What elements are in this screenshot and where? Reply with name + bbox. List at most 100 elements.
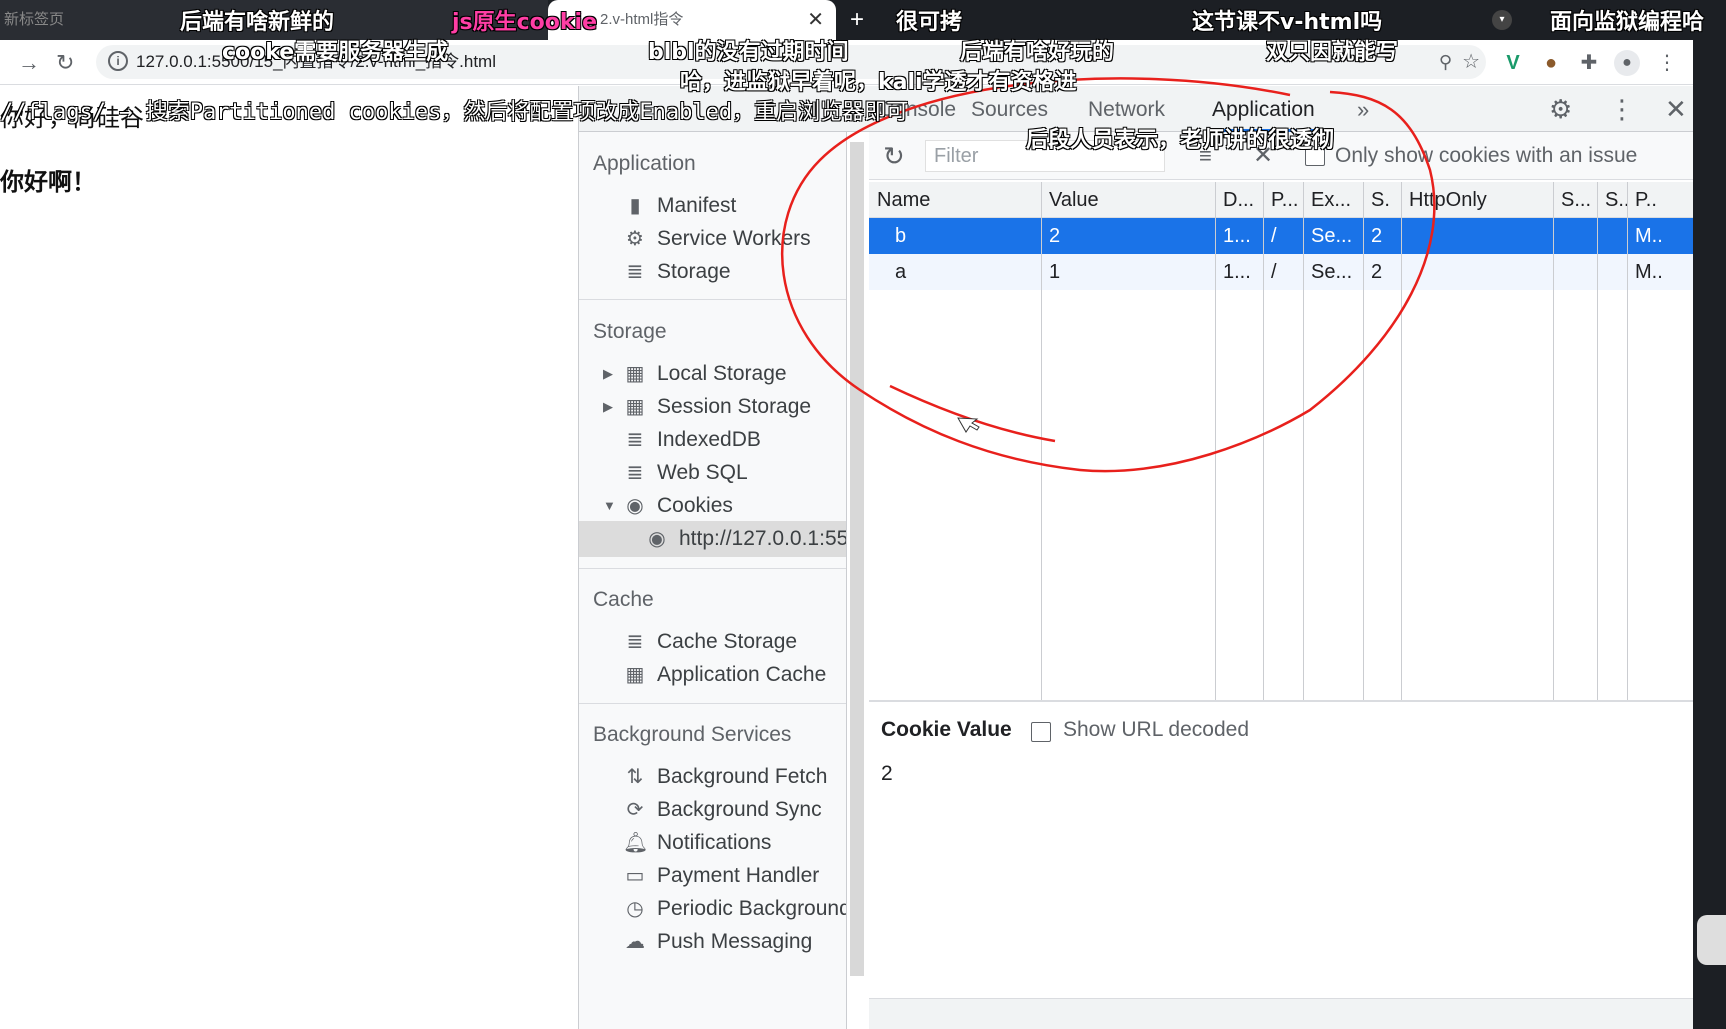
show-url-decoded-label: Show URL decoded [1063, 718, 1250, 741]
danmaku-comment: 哈，进监狱早着呢，kali学透才有资格进 [680, 70, 1077, 95]
cookie-cell [1401, 218, 1553, 254]
cookie-cell: b [895, 225, 907, 247]
close-devtools-icon[interactable]: ✕ [1665, 86, 1687, 132]
column-header[interactable]: P... [1263, 182, 1303, 218]
show-url-decoded-checkbox[interactable] [1031, 722, 1051, 742]
danmaku-comment: 面向监狱编程哈 [1550, 10, 1705, 35]
extensions-puzzle-icon[interactable]: ✚ [1576, 50, 1602, 76]
section-cache-title: Cache [593, 588, 654, 611]
sidebar-item-periodic-background-sync[interactable]: ◷ Periodic Background Sync [579, 891, 847, 927]
danmaku-comment: 后端有啥好玩的 [960, 40, 1115, 65]
column-header[interactable]: Ex... [1303, 182, 1363, 218]
sidebar-item-label: Application Cache [657, 663, 827, 686]
credit-card-icon: ▭ [625, 865, 645, 887]
forward-icon[interactable]: → [18, 40, 40, 85]
refresh-icon[interactable]: ↻ [883, 132, 905, 180]
sidebar-item-notifications[interactable]: 🔔︎ Notifications [579, 825, 846, 861]
column-divider[interactable] [1401, 182, 1402, 700]
sidebar-item-label: Local Storage [657, 362, 787, 385]
danmaku-comment: 后段人员表示，老师讲的很透彻 [1026, 128, 1335, 153]
column-header[interactable]: S... [1553, 182, 1597, 218]
sidebar-item-local-storage[interactable]: ▶ ▦ Local Storage [579, 356, 846, 392]
sidebar-item-cookies[interactable]: ▼ ◉ Cookies [579, 488, 846, 524]
danmaku-comment: cooke需要服务器生成 [222, 40, 449, 65]
sidebar-item-label: Cache Storage [657, 630, 798, 653]
expand-arrow-icon[interactable]: ▶ [603, 389, 613, 425]
danmaku-comment: blbl的没有过期时间 [648, 40, 849, 65]
page-viewport: 你好，尚硅谷 你好啊！ [0, 86, 578, 1029]
devtools-panel: ⬚ ▭ Console Sources Network Application … [578, 86, 1726, 1029]
database-icon: ≣ [626, 261, 644, 283]
sidebar-item-background-fetch[interactable]: ⇅ Background Fetch [579, 759, 846, 795]
expand-arrow-icon[interactable]: ▶ [603, 356, 613, 392]
sidebar-item-push-messaging[interactable]: ☁ Push Messaging [579, 924, 846, 960]
sidebar-item-manifest[interactable]: ▮ Manifest [579, 188, 846, 224]
danmaku-comment: js原生cookie [452, 10, 597, 35]
sidebar-item-indexeddb[interactable]: ≣ IndexedDB [579, 422, 846, 458]
sidebar-item-label: Periodic Background Sync [657, 897, 847, 920]
new-tab-button[interactable]: + [850, 0, 864, 40]
reload-icon[interactable]: ↻ [56, 40, 74, 85]
cookie-cell: 1 [1049, 261, 1061, 283]
sidebar-item-label: Storage [657, 260, 731, 283]
sidebar-item-web-sql[interactable]: ≣ Web SQL [579, 455, 846, 491]
column-header[interactable]: S. [1363, 182, 1401, 218]
column-header[interactable]: S.. [1597, 182, 1627, 218]
tab-label: 新标签页 [4, 11, 65, 28]
more-tabs-icon[interactable]: » [1357, 86, 1369, 132]
column-divider[interactable] [1215, 182, 1216, 700]
column-divider[interactable] [1363, 182, 1364, 700]
sidebar-divider [579, 299, 846, 300]
cookie-extension-icon[interactable]: ● [1538, 50, 1564, 76]
sidebar-item-service-workers[interactable]: ⚙ Service Workers [579, 221, 846, 257]
sidebar-item-cookie-origin[interactable]: ◉ http://127.0.0.1:5500 [579, 521, 846, 557]
database-icon: ≣ [626, 429, 644, 451]
column-divider[interactable] [1597, 182, 1598, 700]
devtools-menu-icon[interactable]: ⋮ [1609, 86, 1635, 132]
danmaku-comment: 这节课不v-html吗 [1192, 10, 1383, 35]
column-divider[interactable] [1263, 182, 1264, 700]
table-grid-icon: ▦ [625, 664, 645, 686]
sidebar-item-label: Manifest [657, 194, 737, 217]
sidebar-item-cache-storage[interactable]: ≣ Cache Storage [579, 624, 846, 660]
column-header[interactable]: Name [869, 182, 1041, 218]
settings-gear-icon[interactable]: ⚙ [1549, 86, 1572, 132]
sidebar-item-session-storage[interactable]: ▶ ▦ Session Storage [579, 389, 846, 425]
browser-menu-icon[interactable]: ⋮ [1654, 50, 1680, 76]
section-background-title: Background Services [593, 723, 792, 746]
column-header[interactable]: D... [1215, 182, 1263, 218]
bookmark-star-icon[interactable]: ☆ [1462, 45, 1480, 79]
cookie-cell: 2 [1371, 225, 1383, 247]
column-divider[interactable] [1627, 182, 1628, 700]
cookie-cell: 2 [1049, 225, 1061, 247]
cookie-cell: 2 [1371, 261, 1383, 283]
sidebar-item-storage[interactable]: ≣ Storage [579, 254, 846, 290]
tab-search-icon[interactable]: ▾ [1492, 10, 1512, 30]
section-application-title: Application [593, 152, 696, 175]
sidebar-item-label: Web SQL [657, 461, 748, 484]
column-divider[interactable] [1041, 182, 1042, 700]
sidebar-item-payment-handler[interactable]: ▭ Payment Handler [579, 858, 846, 894]
cloud-icon: ☁ [625, 931, 645, 953]
sidebar-item-application-cache[interactable]: ▦ Application Cache [579, 657, 846, 693]
table-grid-icon: ▦ [625, 363, 645, 385]
column-divider[interactable] [1303, 182, 1304, 700]
column-header[interactable]: HttpOnly [1401, 182, 1553, 218]
vue-devtools-icon[interactable]: V [1500, 50, 1526, 76]
zoom-icon[interactable]: ⚲ [1439, 45, 1452, 79]
database-icon: ≣ [626, 462, 644, 484]
column-header[interactable]: Value [1041, 182, 1215, 218]
sidebar-item-label: Background Sync [657, 798, 822, 821]
profile-avatar-icon[interactable]: ● [1614, 50, 1640, 76]
site-info-icon[interactable]: i [108, 51, 128, 71]
collapse-arrow-icon[interactable]: ▼ [603, 488, 616, 524]
cookie-value-pane: Cookie Value Show URL decoded 2 [869, 704, 1726, 924]
sidebar-item-label: IndexedDB [657, 428, 761, 451]
clock-icon: ◷ [626, 898, 644, 920]
gear-icon: ⚙ [626, 228, 644, 250]
column-divider[interactable] [1553, 182, 1554, 700]
player-logo-icon[interactable] [1697, 915, 1726, 965]
sidebar-item-background-sync[interactable]: ⟳ Background Sync [579, 792, 846, 828]
sidebar-scrollbar[interactable] [850, 142, 864, 976]
cookie-cell: a [895, 261, 907, 283]
